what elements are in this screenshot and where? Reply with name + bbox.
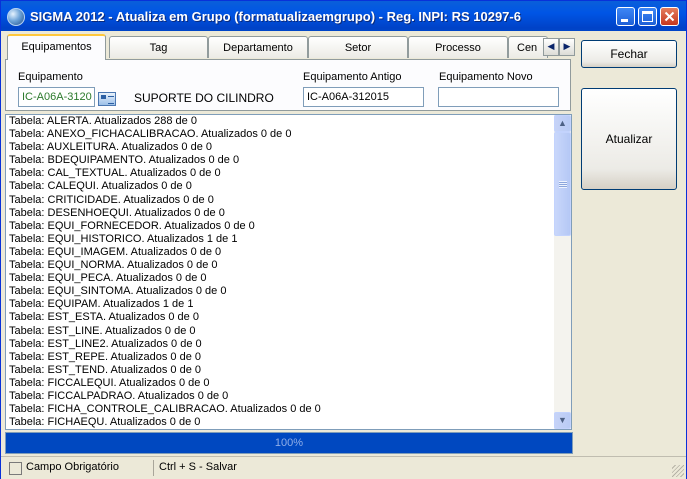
equip-novo-label: Equipamento Novo (439, 71, 533, 83)
log-line: Tabela: ANEXO_FICHACALIBRACAO. Atualizad… (9, 128, 292, 141)
save-shortcut-hint: Ctrl + S - Salvar (159, 461, 237, 473)
progress-bar: 100% (5, 432, 573, 454)
required-field-swatch (9, 462, 22, 475)
tab-departamento[interactable]: Departamento (208, 36, 308, 58)
equipamento-label: Equipamento (18, 71, 83, 83)
maximize-button[interactable] (638, 7, 657, 26)
status-divider (153, 460, 154, 476)
log-line: Tabela: FICCALPADRAO. Atualizados 0 de 0 (9, 389, 229, 402)
log-line: Tabela: EQUI_SINTOMA. Atualizados 0 de 0 (9, 285, 227, 298)
tab-strip: Equipamentos Tag Departamento Setor Proc… (5, 34, 575, 60)
log-line: Tabela: DESENHOEQUI. Atualizados 0 de 0 (9, 206, 225, 219)
log-line: Tabela: FICHAEQU. Atualizados 0 de 0 (9, 416, 201, 429)
equipamento-field[interactable]: IC-A06A-3120 (18, 87, 95, 107)
scroll-down-icon[interactable]: ▼ (554, 412, 571, 429)
log-line: Tabela: CALEQUI. Atualizados 0 de 0 (9, 180, 192, 193)
main-window: SIGMA 2012 - Atualiza em Grupo (formatua… (0, 0, 687, 479)
log-line: Tabela: BDEQUIPAMENTO. Atualizados 0 de … (9, 154, 240, 167)
log-line: Tabela: FICCALEQUI. Atualizados 0 de 0 (9, 376, 210, 389)
window-title: SIGMA 2012 - Atualiza em Grupo (formatua… (30, 9, 521, 24)
close-icon (664, 11, 675, 22)
progress-label: 100% (274, 437, 304, 449)
fechar-button[interactable]: Fechar (581, 40, 677, 68)
required-field-label: Campo Obrigatório (26, 461, 119, 473)
tab-processo[interactable]: Processo (408, 36, 508, 58)
close-button[interactable] (660, 7, 679, 26)
tab-tag[interactable]: Tag (109, 36, 208, 58)
log-line: Tabela: EST_REPE. Atualizados 0 de 0 (9, 350, 202, 363)
log-line: Tabela: EQUIPAM. Atualizados 1 de 1 (9, 298, 194, 311)
log-line: Tabela: CRITICIDADE. Atualizados 0 de 0 (9, 193, 214, 206)
log-line: Tabela: EQUI_HISTORICO. Atualizados 1 de… (9, 232, 238, 245)
tab-scroll-arrows: ◀ ▶ (543, 38, 575, 56)
app-icon[interactable] (7, 8, 25, 26)
minimize-icon (621, 19, 628, 22)
equip-antigo-field[interactable]: IC-A06A-312015 (303, 87, 424, 107)
log-line: Tabela: EQUI_IMAGEM. Atualizados 0 de 0 (9, 245, 222, 258)
log-line: Tabela: EST_TEND. Atualizados 0 de 0 (9, 363, 201, 376)
log-line: Tabela: CAL_TEXTUAL. Atualizados 0 de 0 (9, 167, 221, 180)
status-bar: Campo Obrigatório Ctrl + S - Salvar (1, 456, 686, 479)
log-line: Tabela: FICHA_CONTROLE_CALIBRACAO. Atual… (9, 403, 321, 416)
log-line: Tabela: EQUI_PECA. Atualizados 0 de 0 (9, 272, 207, 285)
log-line: Tabela: EQUI_FORNECEDOR. Atualizados 0 d… (9, 219, 255, 232)
lookup-icon[interactable] (98, 92, 116, 106)
log-line: Tabela: EST_LINE2. Atualizados 0 de 0 (9, 337, 202, 350)
scroll-up-icon[interactable]: ▲ (554, 115, 571, 132)
log-lines: Tabela: ALERTA. Atualizados 288 de 0 Tabe… (9, 115, 554, 429)
tab-setor[interactable]: Setor (308, 36, 408, 58)
log-line: Tabela: ALERTA. Atualizados 288 de 0 (9, 115, 197, 127)
tab-scroll-left-icon[interactable]: ◀ (543, 38, 559, 56)
equip-novo-field[interactable] (438, 87, 559, 107)
equipamento-description: SUPORTE DO CILINDRO (134, 91, 274, 105)
title-bar[interactable]: SIGMA 2012 - Atualiza em Grupo (formatua… (1, 1, 686, 31)
scroll-thumb[interactable] (554, 132, 571, 236)
log-scrollbar[interactable]: ▲ ▼ (554, 115, 571, 429)
tab-scroll-right-icon[interactable]: ▶ (559, 38, 575, 56)
log-line: Tabela: EST_ESTA. Atualizados 0 de 0 (9, 311, 199, 324)
minimize-button[interactable] (616, 7, 635, 26)
update-log-list[interactable]: Tabela: ALERTA. Atualizados 288 de 0 Tabe… (5, 114, 572, 430)
log-line: Tabela: EST_LINE. Atualizados 0 de 0 (9, 324, 196, 337)
log-line: Tabela: AUXLEITURA. Atualizados 0 de 0 (9, 141, 213, 154)
log-line: Tabela: EQUI_NORMA. Atualizados 0 de 0 (9, 259, 218, 272)
tab-equipamentos[interactable]: Equipamentos (7, 34, 106, 60)
atualizar-button[interactable]: Atualizar (581, 88, 677, 190)
tab-cen[interactable]: Cen (508, 36, 548, 58)
resize-grip-icon[interactable] (672, 465, 684, 477)
maximize-icon (642, 11, 653, 22)
equip-antigo-label: Equipamento Antigo (303, 71, 402, 83)
